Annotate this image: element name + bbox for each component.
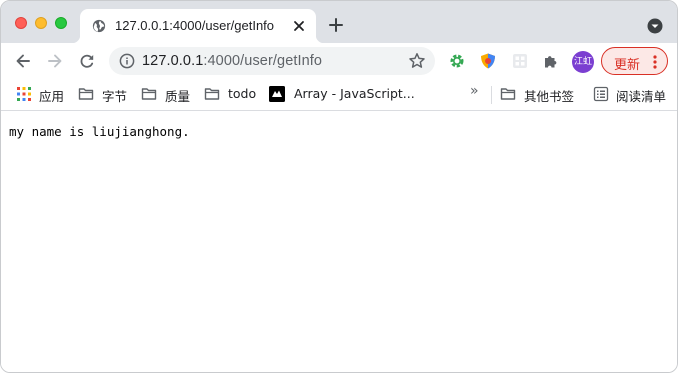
active-tab[interactable]: 127.0.0.1:4000/user/getInfo: [72, 9, 324, 43]
reload-icon[interactable]: [78, 52, 96, 70]
address-bar[interactable]: 127.0.0.1:4000/user/getInfo: [109, 47, 435, 75]
update-button-label: 更新: [614, 58, 641, 73]
bookmark-label: 应用: [39, 89, 65, 104]
bookmarks-bar: 应用 字节 质量 todo Array - JavaScript... » 其他…: [1, 79, 677, 111]
tab-strip: 127.0.0.1:4000/user/getInfo: [1, 1, 677, 43]
bookmarks-divider: [491, 86, 492, 104]
bookmark-label: todo: [228, 86, 257, 101]
bookmark-label: 字节: [102, 89, 128, 104]
url-text[interactable]: 127.0.0.1:4000/user/getInfo: [142, 53, 322, 69]
forward-icon[interactable]: [46, 52, 64, 70]
bookmarks-overflow-button[interactable]: »: [470, 83, 479, 99]
toolbar: 127.0.0.1:4000/user/getInfo 江虹 更新: [1, 43, 677, 79]
response-body-text: my name is liujianghong.: [9, 124, 190, 139]
folder-icon: [500, 88, 516, 100]
maximize-window-button[interactable]: [55, 17, 67, 29]
other-bookmarks[interactable]: 其他书签: [500, 83, 576, 105]
other-bookmarks-label: 其他书签: [524, 89, 575, 104]
reading-list-label: 阅读清单: [616, 89, 667, 104]
bookmark-label: 质量: [165, 89, 191, 104]
new-tab-icon[interactable]: [329, 18, 343, 32]
folder-icon: [141, 88, 157, 100]
update-button[interactable]: 更新: [601, 47, 668, 75]
browser-window: 127.0.0.1:4000/user/getInfo 127.0.0.1:40…: [0, 0, 678, 373]
globe-icon: [92, 19, 106, 33]
extension-shield-icon[interactable]: [479, 52, 497, 70]
tab-close-icon[interactable]: [292, 19, 306, 33]
extensions-puzzle-icon[interactable]: [542, 52, 560, 70]
more-menu-icon[interactable]: [652, 54, 658, 70]
site-info-icon[interactable]: [119, 53, 135, 69]
tab-search-icon[interactable]: [647, 18, 663, 34]
reading-list-icon: [593, 86, 609, 102]
bookmark-star-icon[interactable]: [408, 52, 426, 70]
reading-list[interactable]: 阅读清单: [593, 83, 669, 105]
bookmark-array-javascript[interactable]: Array - JavaScript...: [269, 83, 415, 105]
folder-icon: [78, 88, 94, 100]
mdn-icon: [269, 86, 285, 102]
apps-grid-icon: [17, 87, 31, 101]
page-content: my name is liujianghong.: [1, 111, 677, 372]
extension-gear-icon[interactable]: [448, 52, 466, 70]
bookmark-label: Array - JavaScript...: [294, 86, 415, 101]
back-icon[interactable]: [14, 52, 32, 70]
profile-avatar[interactable]: 江虹: [572, 51, 594, 73]
bookmark-folder-bytedance[interactable]: 字节: [78, 83, 130, 105]
tab-title: 127.0.0.1:4000/user/getInfo: [115, 18, 275, 33]
close-window-button[interactable]: [15, 17, 27, 29]
folder-icon: [204, 88, 220, 100]
bookmark-folder-quality[interactable]: 质量: [141, 83, 193, 105]
url-host: 127.0.0.1: [142, 53, 204, 69]
minimize-window-button[interactable]: [35, 17, 47, 29]
bookmark-apps[interactable]: 应用: [16, 83, 68, 105]
extension-grid-icon[interactable]: [511, 52, 529, 70]
url-path: :4000/user/getInfo: [203, 53, 323, 69]
bookmark-folder-todo[interactable]: todo: [204, 83, 258, 105]
